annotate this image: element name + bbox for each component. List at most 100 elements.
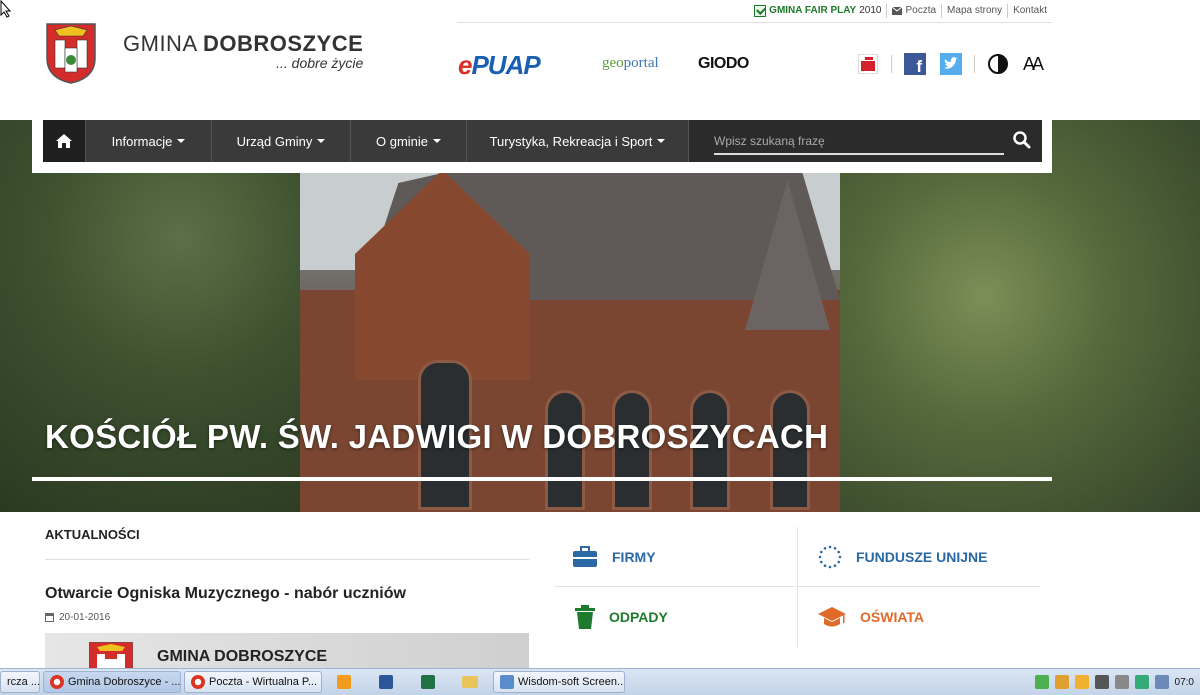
tray-icon[interactable] [1054,675,1069,689]
divider [891,55,892,73]
taskbar-item-screenshot[interactable]: Wisdom-soft Screen... [493,671,625,693]
epuap-logo-e: e [458,50,473,80]
hero-title[interactable]: KOŚCIÓŁ PW. ŚW. JADWIGI W DOBROSZYCACH [45,418,828,456]
geoportal-logo[interactable]: geoportal [602,55,659,72]
nav-item-informacje[interactable]: Informacje [86,120,212,162]
gmina-crest-logo[interactable] [45,22,97,84]
tile-label: FUNDUSZE UNIJNE [856,548,988,565]
facebook-icon: f [904,53,926,75]
nav-item-label: Urząd Gminy [236,133,313,149]
nav-item-label: Turystyka, Rekreacja i Sport [489,133,653,149]
geoportal-logo-prefix: geo [602,55,624,71]
bip-icon [858,54,878,74]
brand-title: GMINA DOBROSZYCE [123,31,363,57]
folder-icon [462,676,478,688]
contact-link[interactable]: Kontakt [1007,4,1052,18]
tile-odpady[interactable]: ODPADY [555,587,796,647]
taskbar-clock[interactable]: 07:0 [1175,677,1194,688]
taskbar-item-gmina[interactable]: Gmina Dobroszyce - ... [43,671,181,693]
hero-trees-right [840,120,1200,512]
epuap-logo[interactable]: ePUAP [458,50,541,81]
contrast-toggle[interactable] [986,53,1010,75]
nav-item-urzad-gminy[interactable]: Urząd Gminy [212,120,351,162]
taskbar-excel[interactable] [408,671,448,693]
taskbar-item-poczta[interactable]: Poczta - Wirtualna P... [184,671,322,693]
news-item-title[interactable]: Otwarcie Ogniska Muzycznego - nabór uczn… [45,585,406,603]
search-icon[interactable] [1012,130,1032,150]
epuap-logo-text: PUAP [471,50,540,80]
nav-item-o-gminie[interactable]: O gminie [351,120,467,162]
bip-link[interactable] [856,53,880,75]
thumbnail-title: GMINA DOBROSZYCE [157,648,328,665]
font-size-icon: AA [1022,53,1044,74]
taskbar-explorer[interactable] [450,671,490,693]
news-item-thumbnail[interactable]: GMINA DOBROSZYCE [45,633,529,673]
divider [974,55,975,73]
tray-icon[interactable] [1074,675,1089,689]
sitemap-link[interactable]: Mapa strony [941,4,1007,18]
tray-icon[interactable] [1094,675,1109,689]
fair-play-link[interactable]: GMINA FAIR PLAY 2010 [749,4,886,18]
mail-label: Poczta [905,5,937,16]
mouse-cursor-icon [0,0,12,18]
giodo-logo[interactable]: GIODO [698,55,749,73]
chevron-down-icon [433,139,442,143]
fair-play-label: GMINA FAIR PLAY [769,5,857,16]
system-tray: 07:0 [1034,675,1200,689]
windows-taskbar: rcza ... Gmina Dobroszyce - ... Poczta -… [0,668,1200,695]
top-links-bar: GMINA FAIR PLAY 2010 Poczta Mapa strony … [457,0,1052,23]
contrast-icon [988,54,1008,74]
briefcase-icon [573,545,597,567]
nav-item-turystyka[interactable]: Turystyka, Rekreacja i Sport [467,120,689,162]
tile-label: OŚWIATA [860,609,925,625]
taskbar-item-poczta-partial[interactable]: rcza ... [0,671,40,693]
fair-play-year: 2010 [859,5,882,16]
taskbar-media-player[interactable] [324,671,364,693]
nav-item-label: Informacje [111,133,173,149]
taskbar-item-label: Poczta - Wirtualna P... [209,676,318,688]
news-item-date: 20-01-2016 [45,612,110,623]
geoportal-logo-text: portal [623,55,659,71]
chevron-down-icon [317,139,326,143]
envelope-icon [892,7,903,15]
word-icon [379,675,393,689]
news-heading: AKTUALNOŚCI [45,527,140,542]
graduation-cap-icon [818,607,846,627]
excel-icon [421,675,435,689]
brand-tagline: ... dobre życie [276,55,364,71]
facebook-link[interactable]: f [903,53,927,75]
header-tools: f AA [856,52,1044,76]
brand-block[interactable]: GMINA DOBROSZYCE ... dobre życie [123,31,363,71]
chevron-down-icon [657,139,666,143]
font-size-toggle[interactable]: AA [1020,53,1044,75]
volume-icon[interactable] [1154,675,1169,689]
screenshot-app-icon [500,675,514,689]
news-divider [45,559,529,560]
eu-stars-icon [818,545,842,568]
tray-icon[interactable] [1034,675,1049,689]
brand-name-light: GMINA [123,31,197,56]
mail-link[interactable]: Poczta [886,4,941,18]
tray-icon[interactable] [1114,675,1129,689]
chevron-down-icon [177,139,186,143]
taskbar-item-label: rcza ... [7,676,40,688]
twitter-link[interactable] [939,53,963,75]
tile-label: FIRMY [612,548,656,565]
hero-divider [32,477,1052,481]
fair-play-icon [754,5,767,17]
tile-oswiata[interactable]: OŚWIATA [797,587,1040,647]
calendar-icon [45,613,54,622]
opera-icon [191,675,205,689]
network-icon[interactable] [1134,675,1149,689]
tile-fundusze-unijne[interactable]: FUNDUSZE UNIJNE [797,527,1040,587]
tile-firmy[interactable]: FIRMY [555,527,796,587]
nav-item-label: O gminie [375,133,429,149]
home-button[interactable] [43,120,86,162]
search-input[interactable] [714,129,1004,155]
search-box [689,120,1042,162]
twitter-icon [940,53,962,75]
media-player-icon [337,675,351,689]
tile-label: ODPADY [609,609,668,625]
taskbar-word[interactable] [366,671,406,693]
news-date-text: 20-01-2016 [59,612,111,623]
